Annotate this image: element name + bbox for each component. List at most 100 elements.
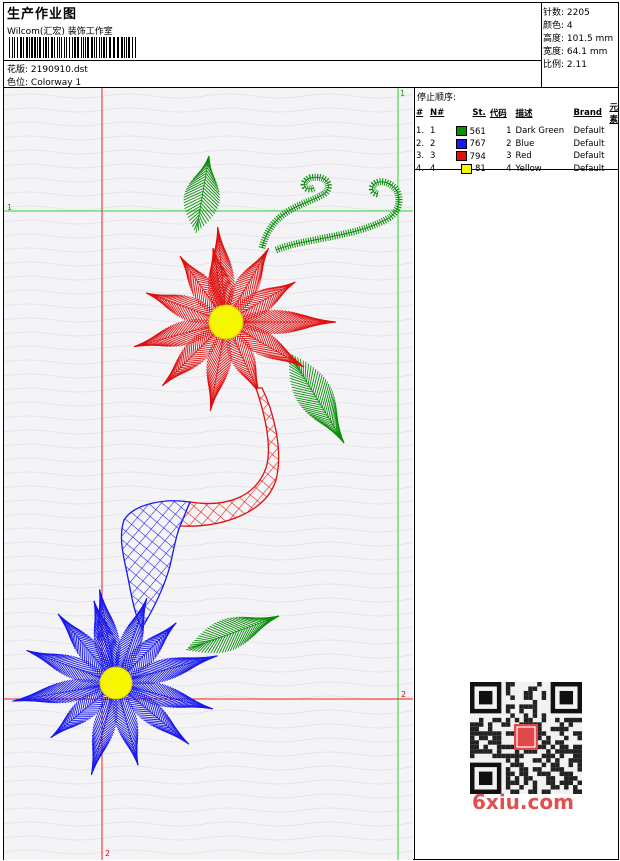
qr-module [541,690,547,696]
color-row-el [607,163,620,176]
color-table: # N# St. 代码 描述 Brand 元素 1. 1 561 1 Dark Gree… [414,101,620,175]
qr-module [496,749,502,754]
qr-module [505,690,511,696]
qr-module [537,682,542,687]
barcode [9,37,136,58]
qr-module [528,717,533,723]
qr-module [577,780,582,786]
qr-module [505,682,511,687]
qr-module [505,686,511,691]
col-desc: 描述 [515,109,533,119]
color-row-code: 1 [506,126,512,137]
color-row-code: 4 [506,163,512,174]
qr-module [519,785,524,790]
barcode-bar [94,37,95,58]
qr-module [478,717,484,723]
qr-module [487,722,493,727]
barcode-bar [103,37,105,58]
qr-module [501,753,506,759]
color-row-stitches: 561 [450,125,488,138]
qr-module [550,785,556,790]
qr-module [532,686,538,691]
qr-module [568,758,574,763]
color-row-n: 3 [429,151,436,162]
qr-module [573,758,578,763]
qr-module [550,780,556,786]
design-line: 花版: 2190910.dst [7,62,88,75]
guide-label-green-top: 1 [400,89,406,98]
qr-module [541,744,547,750]
color-row-desc: Yellow [515,163,542,174]
qr-module [555,717,560,723]
qr-module [474,744,479,750]
qr-module [546,753,551,759]
colorway-line: 色位: Colorway 1 [7,75,81,88]
barcode-bar [96,37,97,58]
qr-module [577,749,582,754]
color-row-el [607,138,620,151]
qr-module [532,785,538,790]
qr-code [470,682,582,794]
qr-module [487,740,493,745]
qr-module [559,740,565,745]
qr-module [577,789,582,794]
barcode-bar [14,37,15,58]
qr-module [505,758,511,763]
qr-module [564,749,569,754]
color-row-brand: Default [573,163,605,174]
barcode-bar [12,37,13,58]
qr-module [496,735,502,741]
qr-module [564,726,569,732]
color-row-n: 1 [429,126,436,137]
qr-module [470,722,475,727]
qr-module [487,731,493,736]
barcode-bar [17,37,18,58]
qr-module [577,717,582,723]
qr-module [510,780,515,786]
brand-text: Wilcom(汇宏) 装饰工作室 [7,27,113,37]
qr-module [470,744,475,750]
qr-module [478,731,484,736]
qr-module [546,771,551,777]
qr-module [474,749,479,754]
barcode-bar [51,37,53,58]
qr-module [577,762,582,768]
color-row: 2. 2 767 2 Blue Default [414,138,620,151]
qr-module [564,780,569,786]
qr-module [519,753,524,759]
qr-module [474,722,479,727]
qr-module [510,695,515,700]
qr-module [568,722,574,727]
qr-module [505,717,511,723]
guide-label-red-bottom: 2 [105,849,111,858]
qr-module [514,780,520,786]
qr-module [564,771,569,777]
qr-module [541,762,547,768]
qr-module [519,704,524,709]
qr-module [492,753,497,759]
qr-module [474,731,479,736]
qr-module [470,740,475,745]
color-row-n: 4 [429,163,436,174]
qr-module [474,726,479,732]
qr-module [505,771,511,777]
color-row-code: 3 [506,151,512,162]
qr-module [555,767,560,772]
col-code: 代码 [489,109,507,119]
qr-module [505,780,511,786]
qr-module [532,767,538,772]
col-st: St. [472,108,486,118]
qr-module [532,713,538,718]
barcode-bar [113,37,115,58]
barcode-bar [59,37,60,58]
qr-module [478,749,484,754]
barcode-bar [81,37,82,58]
qr-module [470,731,475,736]
qr-module [541,771,547,777]
qr-module [546,735,551,741]
design-value: 2190910.dst [30,65,88,75]
qr-module [573,744,578,750]
qr-module [505,744,511,750]
barcode-bar [77,37,79,58]
qr-module [559,771,565,777]
